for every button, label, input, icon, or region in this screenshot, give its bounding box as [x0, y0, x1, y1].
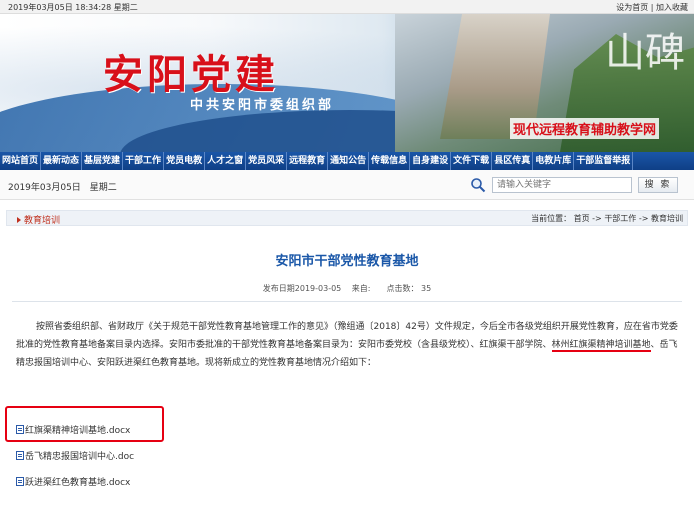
search-input[interactable] [492, 177, 632, 193]
breadcrumb: 当前位置： 首页 -> 干部工作 -> 教育培训 [531, 213, 683, 224]
nav-item-remote-education[interactable]: 远程教育 [287, 152, 329, 170]
highlighted-text: 林州红旗渠精神培训基地 [551, 340, 651, 352]
document-icon [16, 451, 24, 460]
article-body: 按照省委组织部、省财政厅《关于规范干部党性教育基地管理工作的意见》（豫组通〔20… [16, 318, 678, 372]
breadcrumb-bar: 教育培训 当前位置： 首页 -> 干部工作 -> 教育培训 [6, 210, 688, 226]
attachment-name: 红旗渠精神培训基地.docx [25, 426, 131, 436]
main-nav: 网站首页 最新动态 基层党建 干部工作 党员电教 人才之窗 党员风采 远程教育 … [0, 152, 694, 170]
nav-item-county-fax[interactable]: 县区传真 [492, 152, 534, 170]
nav-item-news[interactable]: 最新动态 [41, 152, 83, 170]
section-title: 教育培训 [17, 213, 60, 226]
divider [12, 301, 682, 302]
nav-item-video-library[interactable]: 电教片库 [533, 152, 575, 170]
nav-item-member-style[interactable]: 党员风采 [246, 152, 288, 170]
document-icon [16, 477, 24, 486]
attachment-name: 跃进渠红色教育基地.docx [25, 478, 131, 488]
nav-item-downloads[interactable]: 文件下载 [451, 152, 493, 170]
nav-item-talent[interactable]: 人才之窗 [205, 152, 247, 170]
breadcrumb-label: 当前位置： [531, 214, 572, 223]
site-subtitle: 中共安阳市委组织部 [190, 98, 335, 113]
search-icon [471, 178, 486, 193]
nav-item-member-education[interactable]: 党员电教 [164, 152, 206, 170]
banner-calligraphy: 山碑 [605, 30, 685, 76]
attachment-link[interactable]: 岳飞精忠报国培训中心.doc [16, 449, 134, 462]
breadcrumb-cadre-work-link[interactable]: 干部工作 [604, 214, 636, 223]
search-button[interactable]: 搜 索 [638, 177, 678, 193]
document-icon [16, 425, 24, 434]
nav-item-cadre-work[interactable]: 干部工作 [123, 152, 165, 170]
breadcrumb-home-link[interactable]: 首页 [574, 214, 590, 223]
nav-item-info[interactable]: 传载信息 [369, 152, 411, 170]
breadcrumb-separator: -> [638, 214, 651, 223]
nav-item-notices[interactable]: 通知公告 [328, 152, 370, 170]
article-meta: 发布日期2019-03-05 来自: 点击数： 35 [262, 284, 432, 293]
article-title: 安阳市干部党性教育基地 [275, 254, 419, 269]
nav-item-report[interactable]: 干部监督举报 [574, 152, 634, 170]
top-links: 设为首页 | 加入收藏 [616, 2, 688, 13]
add-favorite-link[interactable]: 加入收藏 [656, 3, 688, 12]
attachment-link[interactable]: 跃进渠红色教育基地.docx [16, 475, 130, 488]
breadcrumb-training-link[interactable]: 教育培训 [651, 214, 683, 223]
nav-item-self-building[interactable]: 自身建设 [410, 152, 452, 170]
site-title: 安阳党建 [103, 51, 279, 98]
current-date: 2019年03月05日 星期二 [8, 183, 117, 193]
breadcrumb-separator: -> [592, 214, 605, 223]
set-homepage-link[interactable]: 设为首页 [616, 3, 648, 12]
link-separator: | [650, 3, 654, 12]
site-slogan: 现代远程教育辅助教学网 [510, 118, 660, 139]
attachment-link[interactable]: 红旗渠精神培训基地.docx [16, 423, 130, 436]
nav-item-grassroots[interactable]: 基层党建 [82, 152, 124, 170]
top-bar: 2019年03月05日 18:34:28 星期二 设为首页 | 加入收藏 [0, 0, 694, 14]
site-banner: 山碑 安阳党建 中共安阳市委组织部 现代远程教育辅助教学网 [0, 14, 694, 152]
attachment-name: 岳飞精忠报国培训中心.doc [25, 452, 135, 462]
current-datetime: 2019年03月05日 18:34:28 星期二 [8, 3, 138, 12]
nav-item-home[interactable]: 网站首页 [0, 152, 42, 170]
search-bar: 2019年03月05日 星期二 搜 索 [0, 170, 694, 200]
